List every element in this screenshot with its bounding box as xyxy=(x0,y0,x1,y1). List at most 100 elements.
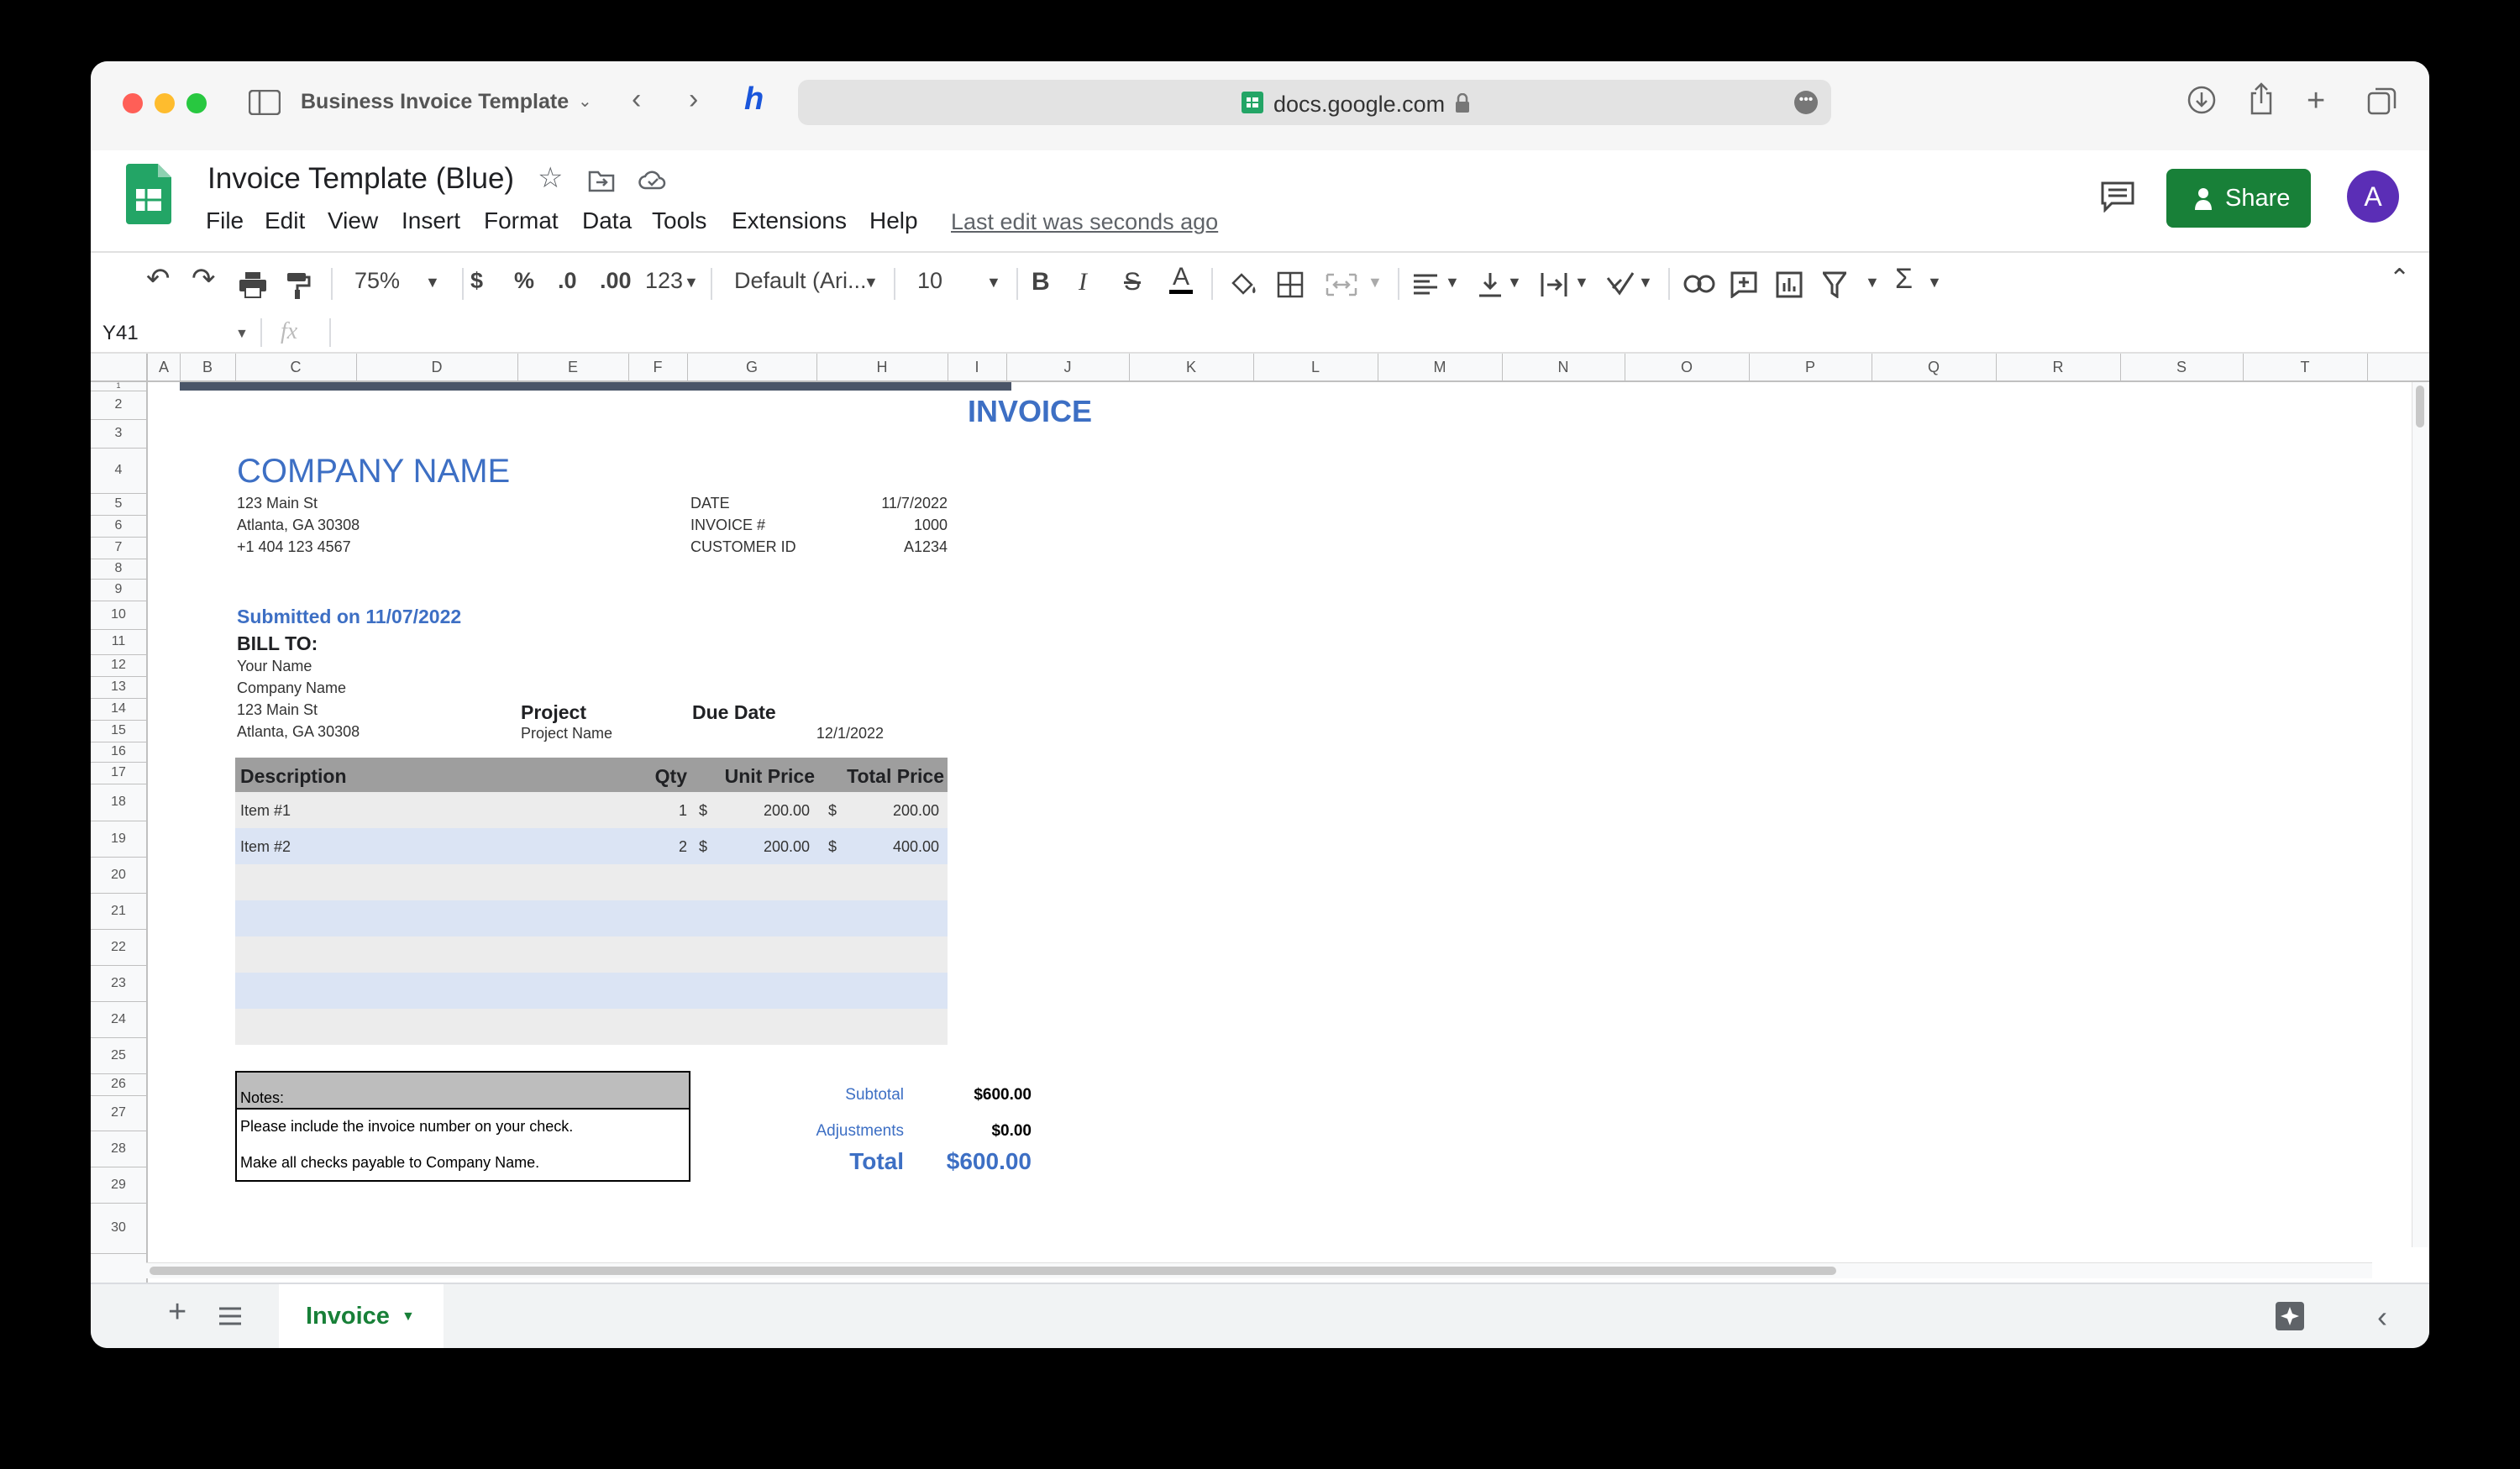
close-window-button[interactable] xyxy=(123,93,143,113)
redo-icon[interactable]: ↷ xyxy=(192,265,216,293)
row-header[interactable]: 4 xyxy=(91,448,146,494)
row-header[interactable]: 8 xyxy=(91,559,146,580)
menu-help[interactable]: Help xyxy=(869,207,918,234)
vertical-scrollbar-thumb[interactable] xyxy=(2416,386,2424,428)
row-header[interactable]: 15 xyxy=(91,720,146,742)
bold-button[interactable]: B xyxy=(1032,270,1050,295)
wrap-dropdown-icon[interactable]: ▼ xyxy=(1574,275,1589,290)
tab-overview-icon[interactable] xyxy=(2367,87,2397,117)
functions-icon[interactable]: Σ xyxy=(1895,265,1913,293)
honey-extension-icon[interactable]: h xyxy=(744,83,764,115)
share-button[interactable]: Share xyxy=(2166,169,2311,228)
name-box[interactable]: Y41 xyxy=(102,322,139,345)
row-header[interactable]: 11 xyxy=(91,629,146,655)
font-size-dropdown-icon[interactable]: ▼ xyxy=(986,275,1001,290)
name-box-dropdown-icon[interactable]: ▼ xyxy=(235,327,249,342)
insert-link-icon[interactable] xyxy=(1683,275,1715,293)
sheet-tab-dropdown-icon[interactable]: ▼ xyxy=(402,1309,415,1325)
move-folder-icon[interactable] xyxy=(588,169,615,192)
explore-icon[interactable] xyxy=(2275,1301,2305,1331)
column-header[interactable]: E xyxy=(517,354,629,380)
filter-icon[interactable] xyxy=(1823,271,1846,298)
menu-format[interactable]: Format xyxy=(484,207,559,234)
column-header[interactable]: I xyxy=(948,354,1007,380)
notes-box[interactable]: Notes: Please include the invoice number… xyxy=(235,1071,690,1182)
row-header[interactable]: 5 xyxy=(91,493,146,516)
vertical-align-icon[interactable] xyxy=(1478,271,1502,298)
percent-format-button[interactable]: % xyxy=(514,270,534,292)
row-header[interactable]: 28 xyxy=(91,1131,146,1167)
table-row[interactable] xyxy=(235,864,948,900)
side-panel-toggle-icon[interactable]: ‹ xyxy=(2377,1299,2387,1335)
rotation-dropdown-icon[interactable]: ▼ xyxy=(1638,275,1653,290)
currency-format-button[interactable]: $ xyxy=(470,270,483,292)
row-header[interactable]: 14 xyxy=(91,698,146,721)
row-header[interactable]: 25 xyxy=(91,1037,146,1074)
functions-dropdown-icon[interactable]: ▼ xyxy=(1927,275,1942,290)
decrease-decimal-button[interactable]: .0 xyxy=(558,270,577,292)
menu-edit[interactable]: Edit xyxy=(265,207,305,234)
menu-file[interactable]: File xyxy=(206,207,244,234)
column-header[interactable]: P xyxy=(1749,354,1872,380)
select-all-corner[interactable] xyxy=(91,354,148,380)
more-options-icon[interactable]: ••• xyxy=(1794,91,1818,114)
table-row[interactable] xyxy=(235,936,948,973)
text-color-button[interactable]: A xyxy=(1169,265,1193,294)
sheet-tab-invoice[interactable]: Invoice ▼ xyxy=(279,1284,444,1348)
new-tab-icon[interactable]: + xyxy=(2307,85,2325,117)
row-header[interactable]: 3 xyxy=(91,419,146,449)
column-header[interactable]: L xyxy=(1253,354,1378,380)
column-header[interactable]: D xyxy=(356,354,518,380)
column-header[interactable]: M xyxy=(1378,354,1503,380)
menu-tools[interactable]: Tools xyxy=(652,207,706,234)
italic-button[interactable]: I xyxy=(1079,270,1087,295)
horizontal-scrollbar-thumb[interactable] xyxy=(150,1267,1836,1275)
paint-format-icon[interactable] xyxy=(286,271,311,300)
zoom-select[interactable]: 75% xyxy=(354,270,400,292)
column-header[interactable]: C xyxy=(235,354,357,380)
filter-dropdown-icon[interactable]: ▼ xyxy=(1865,275,1880,290)
row-header[interactable]: 18 xyxy=(91,784,146,821)
print-icon[interactable] xyxy=(239,271,267,298)
table-row[interactable]: Item #2 2 $ 200.00 $ 400.00 xyxy=(235,828,948,864)
insert-comment-icon[interactable] xyxy=(1730,271,1757,298)
column-header[interactable]: T xyxy=(2243,354,2368,380)
share-page-icon[interactable] xyxy=(2248,81,2275,115)
star-icon[interactable]: ☆ xyxy=(538,164,563,192)
sidebar-icon[interactable] xyxy=(249,90,281,115)
column-header[interactable]: K xyxy=(1129,354,1254,380)
row-header[interactable]: 13 xyxy=(91,676,146,699)
menu-extensions[interactable]: Extensions xyxy=(732,207,847,234)
undo-icon[interactable]: ↶ xyxy=(146,265,171,293)
font-dropdown-icon[interactable]: ▼ xyxy=(864,275,879,290)
row-header[interactable]: 16 xyxy=(91,742,146,763)
collapse-toolbar-icon[interactable]: ⌃ xyxy=(2389,266,2410,291)
column-header[interactable]: R xyxy=(1996,354,2121,380)
row-header[interactable]: 22 xyxy=(91,929,146,966)
column-header[interactable]: J xyxy=(1006,354,1130,380)
text-rotation-icon[interactable] xyxy=(1606,271,1635,298)
row-header[interactable]: 17 xyxy=(91,762,146,784)
chevron-down-icon[interactable]: ⌄ xyxy=(578,93,592,110)
menu-view[interactable]: View xyxy=(328,207,378,234)
table-row[interactable]: Item #1 1 $ 200.00 $ 200.00 xyxy=(235,792,948,828)
column-header[interactable]: O xyxy=(1625,354,1750,380)
borders-icon[interactable] xyxy=(1277,271,1304,298)
column-header[interactable]: A xyxy=(148,354,181,380)
back-icon[interactable]: ‹ xyxy=(632,85,641,113)
menu-insert[interactable]: Insert xyxy=(402,207,460,234)
row-header[interactable]: 23 xyxy=(91,965,146,1002)
valign-dropdown-icon[interactable]: ▼ xyxy=(1507,275,1522,290)
fill-color-icon[interactable] xyxy=(1230,271,1258,298)
font-family-select[interactable]: Default (Ari... xyxy=(734,270,867,292)
row-header[interactable]: 24 xyxy=(91,1001,146,1038)
row-header[interactable]: 20 xyxy=(91,857,146,894)
formula-input[interactable] xyxy=(343,317,2359,349)
tab-group-title[interactable]: Business Invoice Template xyxy=(301,90,569,114)
zoom-dropdown-icon[interactable]: ▼ xyxy=(425,275,440,290)
menu-data[interactable]: Data xyxy=(582,207,632,234)
row-header[interactable]: 21 xyxy=(91,893,146,930)
increase-decimal-button[interactable]: .00 xyxy=(600,270,632,292)
strikethrough-button[interactable]: S xyxy=(1124,270,1141,295)
forward-icon[interactable]: › xyxy=(689,85,698,113)
